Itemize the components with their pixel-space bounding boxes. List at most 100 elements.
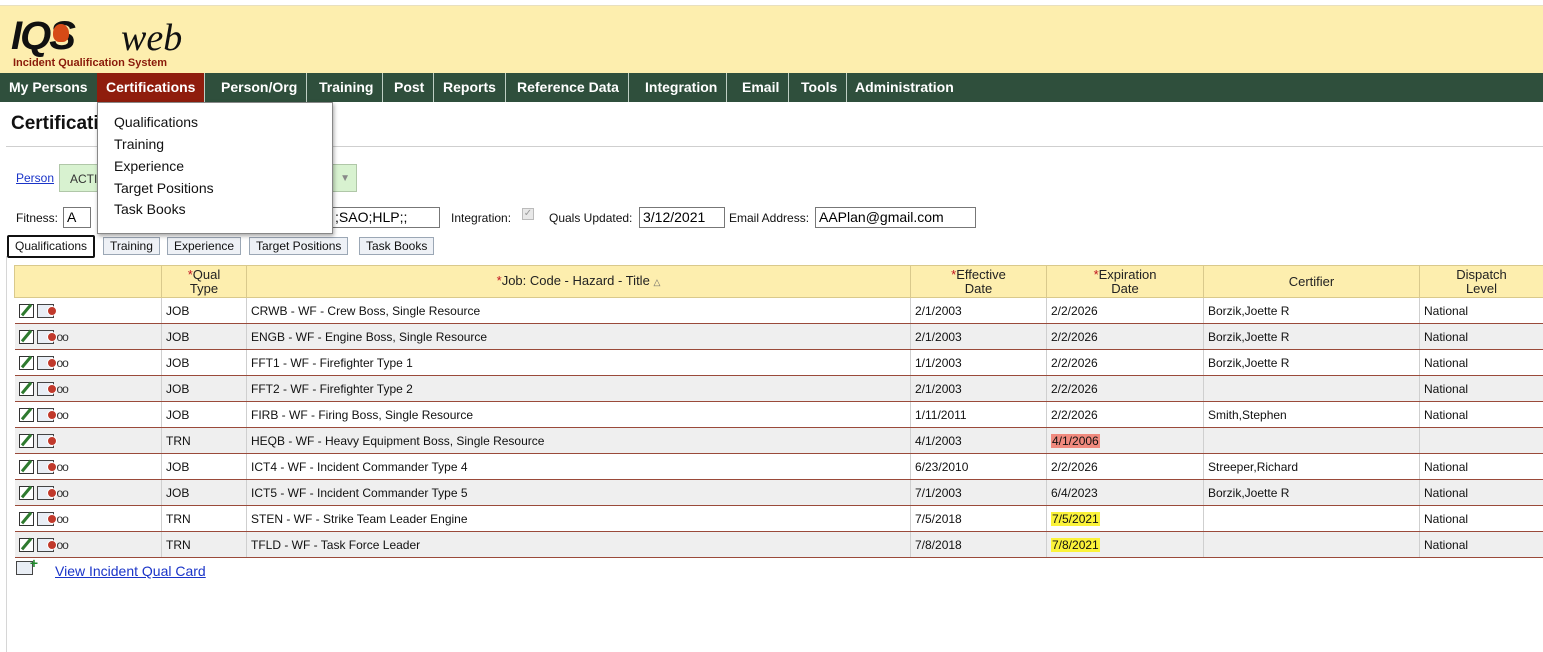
edit-icon[interactable] <box>18 433 34 448</box>
delete-card-icon[interactable] <box>36 407 57 422</box>
menu-item-task-books[interactable]: Task Books <box>114 201 186 217</box>
table-row: TRN HEQB - WF - Heavy Equipment Boss, Si… <box>14 427 1543 454</box>
edit-icon[interactable] <box>18 537 34 552</box>
delete-card-icon[interactable] <box>36 537 57 552</box>
add-qualification-icon[interactable] <box>16 555 38 575</box>
tab-target-positions[interactable]: Target Positions <box>249 237 349 255</box>
fitness-field[interactable]: A <box>63 207 91 228</box>
view-glasses-icon[interactable]: oo <box>57 460 69 474</box>
nav-person-org[interactable]: Person/Org <box>212 73 308 102</box>
cell-job: TFLD - WF - Task Force Leader <box>246 531 911 558</box>
delete-card-icon[interactable] <box>36 511 57 526</box>
menu-item-training[interactable]: Training <box>114 136 164 152</box>
delete-card-icon[interactable] <box>36 381 57 396</box>
view-glasses-icon[interactable]: oo <box>57 486 69 500</box>
header-qual-type[interactable]: *Qual Type <box>161 265 247 298</box>
header-job[interactable]: *Job: Code - Hazard - Title △ <box>246 265 911 298</box>
integration-checkbox[interactable]: ✓ <box>522 208 534 220</box>
header-expiration-date[interactable]: *Expiration Date <box>1046 265 1204 298</box>
delete-card-icon[interactable] <box>36 303 57 318</box>
edit-icon[interactable] <box>18 355 34 370</box>
person-link[interactable]: Person <box>16 171 54 185</box>
codes-field[interactable]: ;SAO;HLP;; <box>332 207 440 228</box>
row-actions: oo <box>14 531 162 558</box>
cell-dispatch-level: National <box>1419 323 1543 350</box>
nav-certifications[interactable]: Certifications <box>97 73 206 102</box>
edit-icon[interactable] <box>18 485 34 500</box>
cell-qual-type: JOB <box>161 323 247 350</box>
tab-experience[interactable]: Experience <box>167 237 242 255</box>
nav-administration[interactable]: Administration <box>846 73 963 102</box>
cell-effective-date: 2/1/2003 <box>910 297 1047 324</box>
edit-icon[interactable] <box>18 381 34 396</box>
table-row: oo TRN TFLD - WF - Task Force Leader 7/8… <box>14 531 1543 558</box>
expiring-date-highlight: 7/8/2021 <box>1051 537 1100 552</box>
header-banner: IQS web Incident Qualification System <box>0 5 1543 74</box>
delete-card-icon[interactable] <box>36 355 57 370</box>
nav-training[interactable]: Training <box>310 73 384 102</box>
row-actions: oo <box>14 349 162 376</box>
delete-card-icon[interactable] <box>36 329 57 344</box>
cell-dispatch-level: National <box>1419 401 1543 428</box>
view-glasses-icon[interactable]: oo <box>57 382 69 396</box>
quals-updated-field[interactable]: 3/12/2021 <box>639 207 725 228</box>
cell-certifier <box>1203 505 1420 532</box>
tab-qualifications[interactable]: Qualifications <box>7 235 96 258</box>
tab-training[interactable]: Training <box>103 237 160 255</box>
cell-qual-type: JOB <box>161 401 247 428</box>
cell-certifier: Smith,Stephen <box>1203 401 1420 428</box>
cell-certifier <box>1203 375 1420 402</box>
view-incident-qual-card-link[interactable]: View Incident Qual Card <box>55 563 206 579</box>
cell-certifier: Streeper,Richard <box>1203 453 1420 480</box>
nav-email[interactable]: Email <box>733 73 790 102</box>
nav-tools[interactable]: Tools <box>792 73 848 102</box>
delete-card-icon[interactable] <box>36 433 57 448</box>
cell-expiration-date: 2/2/2026 <box>1046 401 1204 428</box>
cell-qual-type: JOB <box>161 349 247 376</box>
nav-reports[interactable]: Reports <box>434 73 506 102</box>
expired-date-highlight: 4/1/2006 <box>1051 433 1100 448</box>
cell-expiration-date: 2/2/2026 <box>1046 453 1204 480</box>
nav-my-persons[interactable]: My Persons <box>0 73 98 102</box>
row-actions: oo <box>14 323 162 350</box>
nav-integration[interactable]: Integration <box>636 73 728 102</box>
view-glasses-icon[interactable]: oo <box>57 512 69 526</box>
edit-icon[interactable] <box>18 511 34 526</box>
delete-card-icon[interactable] <box>36 485 57 500</box>
cell-job: ICT4 - WF - Incident Commander Type 4 <box>246 453 911 480</box>
table-row: oo JOB ICT5 - WF - Incident Commander Ty… <box>14 479 1543 506</box>
nav-reference-data[interactable]: Reference Data <box>508 73 629 102</box>
expiring-date-highlight: 7/5/2021 <box>1051 511 1100 526</box>
header-dispatch-level[interactable]: Dispatch Level <box>1419 265 1543 298</box>
cell-certifier: Borzik,Joette R <box>1203 479 1420 506</box>
view-glasses-icon[interactable]: oo <box>57 538 69 552</box>
menu-item-experience[interactable]: Experience <box>114 158 184 174</box>
content-left-border <box>6 256 7 652</box>
view-glasses-icon[interactable]: oo <box>57 408 69 422</box>
menu-item-qualifications[interactable]: Qualifications <box>114 114 198 130</box>
header-certifier[interactable]: Certifier <box>1203 265 1420 298</box>
tab-task-books[interactable]: Task Books <box>359 237 435 255</box>
edit-icon[interactable] <box>18 303 34 318</box>
cell-qual-type: JOB <box>161 375 247 402</box>
view-glasses-icon[interactable]: oo <box>57 330 69 344</box>
cell-dispatch-level: National <box>1419 505 1543 532</box>
dropdown-arrow-icon: ▼ <box>340 173 350 184</box>
table-row: oo JOB ICT4 - WF - Incident Commander Ty… <box>14 453 1543 480</box>
cell-qual-type: TRN <box>161 427 247 454</box>
edit-icon[interactable] <box>18 329 34 344</box>
header-effective-date[interactable]: *Effective Date <box>910 265 1047 298</box>
logo-subtitle: Incident Qualification System <box>13 57 168 69</box>
email-field[interactable]: AAPlan@gmail.com <box>815 207 976 228</box>
nav-post[interactable]: Post <box>385 73 435 102</box>
cell-effective-date: 2/1/2003 <box>910 375 1047 402</box>
menu-item-target-positions[interactable]: Target Positions <box>114 180 214 196</box>
view-glasses-icon[interactable]: oo <box>57 356 69 370</box>
row-actions: oo <box>14 375 162 402</box>
table-row: oo JOB FIRB - WF - Firing Boss, Single R… <box>14 401 1543 428</box>
delete-card-icon[interactable] <box>36 459 57 474</box>
row-actions <box>14 427 162 454</box>
edit-icon[interactable] <box>18 407 34 422</box>
edit-icon[interactable] <box>18 459 34 474</box>
header-actions <box>14 265 162 298</box>
